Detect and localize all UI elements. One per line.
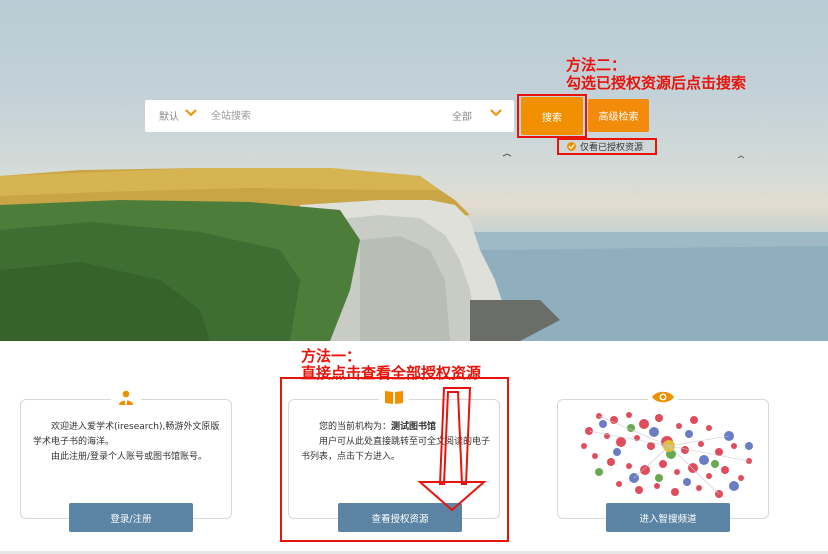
search-input[interactable] (211, 106, 441, 126)
enter-smart-search-button[interactable]: 进入智搜频道 (606, 503, 730, 532)
search-box: 默认 全部 (145, 100, 514, 132)
method2-annotation: 方法二： 勾选已授权资源后点击搜索 (566, 56, 746, 92)
institution-card-highlight (280, 377, 509, 542)
advanced-search-button[interactable]: 高级检索 (588, 99, 649, 132)
authorized-only-label: 仅看已授权资源 (580, 143, 644, 153)
check-circle-icon (567, 142, 576, 151)
search-button-highlight (517, 94, 587, 138)
login-welcome-text: 欢迎进入爱学术(iresearch),畅游外文原版学术电子书的海洋。 (33, 422, 220, 447)
eye-icon (648, 386, 678, 408)
login-hint-text: 由此注册/登录个人账号或图书馆账号。 (51, 452, 208, 462)
method2-title: 方法二： (566, 56, 627, 74)
smart-search-visualization (581, 412, 753, 498)
chevron-down-icon[interactable] (490, 109, 502, 117)
login-card: 欢迎进入爱学术(iresearch),畅游外文原版学术电子书的海洋。 由此注册/… (20, 386, 232, 519)
hero-banner: 默认 全部 搜索 高级检索 仅看已授权资源 (0, 0, 828, 341)
search-scope-select[interactable]: 默认 (159, 108, 179, 123)
login-register-button[interactable]: 登录/注册 (69, 503, 193, 532)
search-type-select[interactable]: 全部 (452, 108, 472, 123)
user-icon (111, 386, 141, 408)
method2-text: 勾选已授权资源后点击搜索 (566, 74, 747, 92)
hero-landscape-image (0, 153, 828, 341)
authorized-only-checkbox[interactable]: 仅看已授权资源 (557, 138, 657, 155)
chevron-down-icon[interactable] (185, 109, 197, 117)
method1-title: 方法一： (301, 347, 362, 365)
smart-search-card (557, 386, 769, 519)
